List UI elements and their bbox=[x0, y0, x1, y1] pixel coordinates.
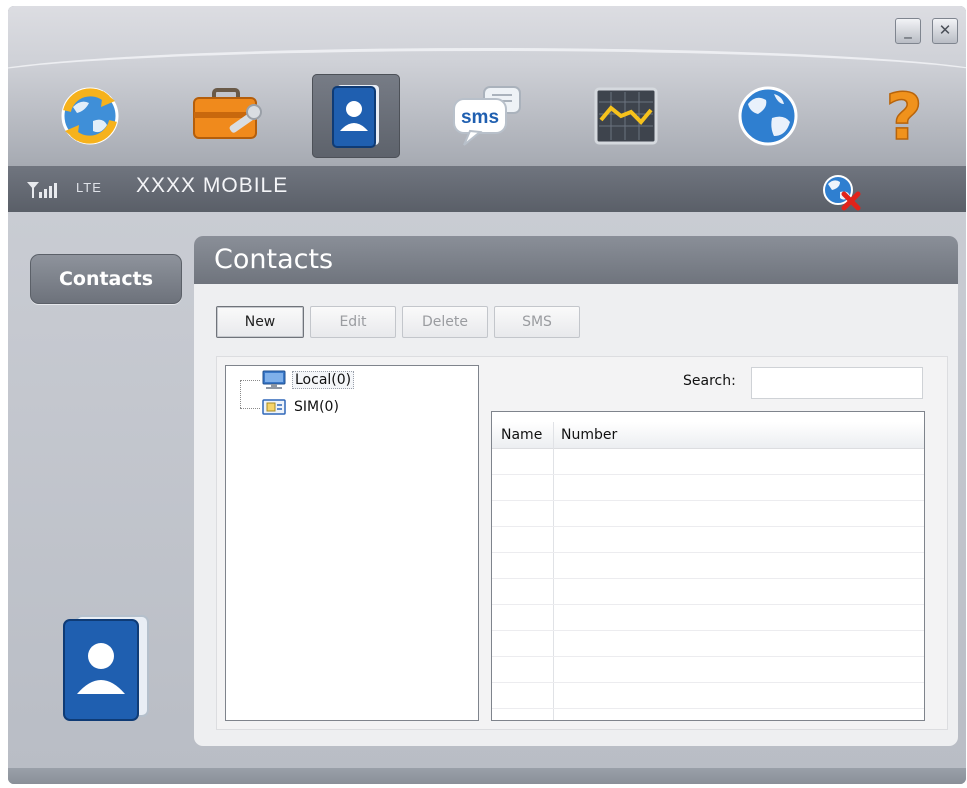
table-row bbox=[492, 526, 924, 527]
contacts-panel: Contacts New Edit Delete SMS Local(0) SI… bbox=[194, 236, 958, 746]
globe-refresh-icon bbox=[61, 87, 119, 145]
signal-icon bbox=[27, 182, 57, 198]
table-row bbox=[492, 578, 924, 579]
toolbar-connect-button[interactable] bbox=[46, 74, 134, 158]
table-row bbox=[492, 708, 924, 709]
toolbar-internet-button[interactable] bbox=[724, 74, 812, 158]
table-row bbox=[492, 630, 924, 631]
table-row bbox=[492, 474, 924, 475]
close-button[interactable]: ✕ bbox=[932, 18, 958, 44]
sms-bubble-icon: sms bbox=[453, 86, 521, 146]
svg-text:?: ? bbox=[885, 81, 922, 151]
sidebar-item-contacts[interactable]: Contacts bbox=[30, 254, 182, 304]
table-row bbox=[492, 656, 924, 657]
toolbar-contacts-button[interactable] bbox=[312, 74, 400, 158]
bottom-strip bbox=[8, 768, 966, 784]
disconnected-globe-icon[interactable] bbox=[820, 172, 864, 212]
table-row bbox=[492, 500, 924, 501]
contacts-workspace: Local(0) SIM(0) Search: Name Number bbox=[216, 356, 948, 730]
sim-card-icon bbox=[262, 399, 286, 415]
tree-item-sim[interactable]: SIM(0) bbox=[260, 396, 341, 418]
panel-title: Contacts bbox=[194, 236, 958, 284]
column-header-number[interactable]: Number bbox=[561, 422, 617, 448]
app-window: _ ✕ sms ? LTE XXXX MOBILE Contacts Conta… bbox=[8, 6, 966, 784]
column-header-name[interactable]: Name bbox=[501, 422, 542, 448]
contacts-tree[interactable]: Local(0) SIM(0) bbox=[225, 365, 479, 721]
minimize-button[interactable]: _ bbox=[895, 18, 921, 44]
tree-connector bbox=[240, 408, 260, 409]
tree-item-local[interactable]: Local(0) bbox=[260, 369, 355, 391]
toolbar-statistics-button[interactable] bbox=[582, 74, 670, 158]
tree-connector bbox=[240, 380, 260, 381]
edit-contact-button[interactable]: Edit bbox=[310, 306, 396, 338]
column-divider bbox=[553, 422, 554, 720]
tree-connector bbox=[240, 380, 241, 408]
content-area: Contacts Contacts New Edit Delete SMS Lo… bbox=[8, 212, 966, 768]
toolbar-settings-button[interactable] bbox=[182, 74, 270, 158]
status-bar: LTE XXXX MOBILE bbox=[8, 166, 966, 212]
contact-book-icon bbox=[63, 615, 149, 721]
toolbar-sms-button[interactable]: sms bbox=[444, 74, 532, 158]
delete-contact-button[interactable]: Delete bbox=[402, 306, 488, 338]
svg-text:sms: sms bbox=[461, 107, 499, 128]
table-header: Name Number bbox=[492, 422, 924, 449]
contacts-table[interactable]: Name Number bbox=[491, 411, 925, 721]
new-contact-button[interactable]: New bbox=[216, 306, 304, 338]
tree-item-label: SIM(0) bbox=[294, 399, 339, 415]
table-row bbox=[492, 604, 924, 605]
toolbar-help-button[interactable]: ? bbox=[860, 74, 948, 158]
toolbox-icon bbox=[193, 88, 262, 139]
computer-icon bbox=[262, 370, 286, 389]
table-row bbox=[492, 552, 924, 553]
table-row bbox=[492, 682, 924, 683]
globe-icon bbox=[738, 86, 798, 146]
tree-item-label: Local(0) bbox=[292, 371, 355, 389]
contact-book-icon bbox=[332, 85, 379, 148]
question-icon: ? bbox=[885, 81, 924, 151]
search-input[interactable] bbox=[751, 367, 923, 399]
chart-icon bbox=[594, 87, 658, 145]
search-label: Search: bbox=[683, 373, 736, 389]
sms-contact-button[interactable]: SMS bbox=[494, 306, 580, 338]
network-type-label: LTE bbox=[76, 180, 102, 195]
carrier-name: XXXX MOBILE bbox=[136, 174, 289, 197]
